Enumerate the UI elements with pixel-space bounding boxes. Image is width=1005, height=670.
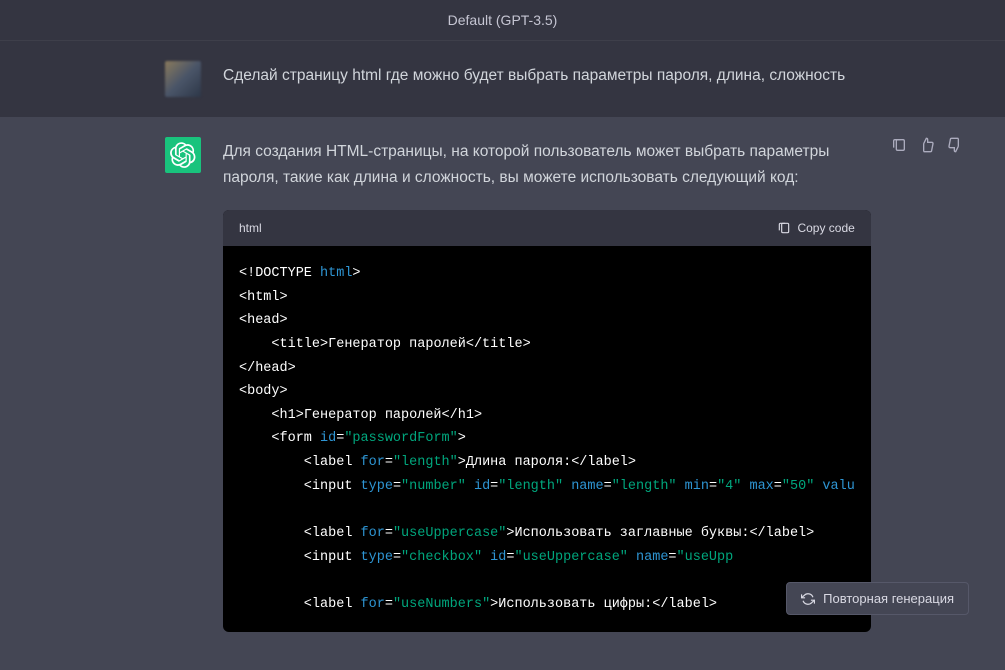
code-block: html Copy code <!DOCTYPE html> <html> <h… xyxy=(223,210,871,633)
thumbs-down-icon[interactable] xyxy=(947,137,963,153)
code-lang: html xyxy=(239,218,262,238)
assistant-text: Для создания HTML-страницы, на которой п… xyxy=(223,139,871,192)
thumbs-up-icon[interactable] xyxy=(919,137,935,153)
openai-logo-icon xyxy=(170,142,196,168)
model-name: Default (GPT-3.5) xyxy=(448,12,558,28)
assistant-content: Для создания HTML-страницы, на которой п… xyxy=(223,137,1005,650)
copy-code-label: Copy code xyxy=(797,218,854,238)
message-actions xyxy=(891,137,963,153)
regenerate-label: Повторная генерация xyxy=(823,591,954,606)
assistant-avatar xyxy=(165,137,201,173)
clipboard-icon[interactable] xyxy=(891,137,907,153)
code-header: html Copy code xyxy=(223,210,871,246)
code-body[interactable]: <!DOCTYPE html> <html> <head> <title>Ген… xyxy=(223,246,871,632)
refresh-icon xyxy=(801,592,815,606)
user-avatar xyxy=(165,61,201,97)
model-header: Default (GPT-3.5) xyxy=(0,0,1005,41)
user-text: Сделай страницу html где можно будет выб… xyxy=(223,61,1005,97)
user-message: Сделай страницу html где можно будет выб… xyxy=(0,41,1005,117)
clipboard-icon xyxy=(777,221,791,235)
copy-code-button[interactable]: Copy code xyxy=(777,218,854,238)
regenerate-button[interactable]: Повторная генерация xyxy=(786,582,969,615)
